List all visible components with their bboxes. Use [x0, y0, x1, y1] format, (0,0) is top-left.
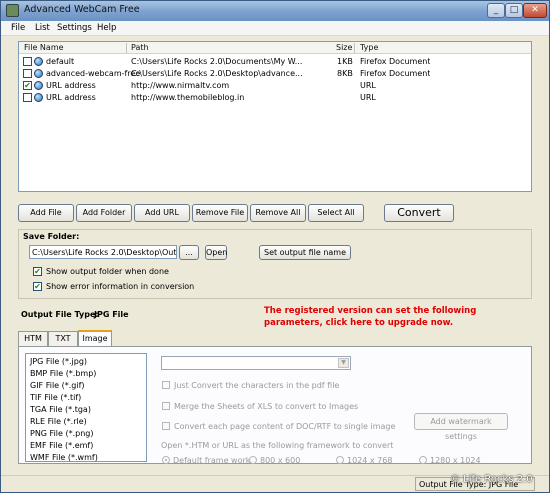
minimize-button[interactable]: _: [487, 3, 505, 18]
row-type: URL: [360, 93, 376, 102]
radio-1280x1024-label: 1280 x 1024: [430, 456, 481, 465]
firefox-icon: [34, 57, 43, 66]
firefox-icon: [34, 69, 43, 78]
row-type: URL: [360, 81, 376, 90]
merge-sheets-checkbox[interactable]: [162, 402, 170, 410]
radio-1280x1024[interactable]: [419, 456, 427, 464]
list-item[interactable]: JPG File (*.jpg): [30, 357, 87, 366]
convert-each-page-checkbox[interactable]: [162, 422, 170, 430]
menu-bar: File List Settings Help: [1, 21, 549, 36]
table-row[interactable]: advanced-webcam-free C:\Users\Life Rocks…: [19, 68, 531, 80]
maximize-button[interactable]: □: [505, 3, 523, 18]
output-file-type-value: JPG File: [94, 310, 129, 319]
row-size: 1KB: [337, 57, 353, 66]
column-size[interactable]: Size: [336, 43, 352, 52]
row-checkbox[interactable]: [23, 57, 32, 66]
radio-800x600-label: 800 x 600: [260, 456, 301, 465]
add-url-button[interactable]: Add URL: [134, 204, 190, 222]
row-size: 8KB: [337, 69, 353, 78]
app-window: Advanced WebCam Free _ □ ✕ File List Set…: [0, 0, 550, 493]
row-path: C:\Users\Life Rocks 2.0\Documents\My W..…: [131, 57, 303, 66]
just-convert-label: Just Convert the characters in the pdf f…: [174, 381, 340, 390]
app-icon: [6, 4, 19, 17]
radio-800x600[interactable]: [249, 456, 257, 464]
select-all-button[interactable]: Select All: [308, 204, 364, 222]
radio-default-frame-work-label: Default frame work: [173, 456, 251, 465]
list-item[interactable]: EMF File (*.emf): [30, 441, 93, 450]
show-output-folder-checkbox[interactable]: ✔: [33, 267, 42, 276]
globe-icon: [34, 81, 43, 90]
row-type: Firefox Document: [360, 69, 431, 78]
show-error-info-checkbox[interactable]: ✔: [33, 282, 42, 291]
list-item[interactable]: GIF File (*.gif): [30, 381, 85, 390]
radio-default-frame-work[interactable]: [162, 456, 170, 464]
upgrade-promo-link[interactable]: The registered version can set the follo…: [264, 305, 494, 329]
set-output-file-name-button[interactable]: Set output file name: [259, 245, 351, 260]
convert-button[interactable]: Convert: [384, 204, 454, 222]
just-convert-checkbox[interactable]: [162, 381, 170, 389]
save-folder-group: Save Folder: C:\Users\Life Rocks 2.0\Des…: [18, 229, 532, 299]
column-separator[interactable]: [354, 43, 355, 53]
row-file-name: default: [46, 57, 75, 66]
watermark-text: © Life Rocks 2.0: [450, 474, 533, 485]
row-file-name: advanced-webcam-free: [46, 69, 141, 78]
save-folder-label: Save Folder:: [23, 232, 80, 241]
tab-image[interactable]: Image: [78, 330, 112, 346]
menu-help[interactable]: Help: [97, 23, 116, 33]
row-checkbox-checked[interactable]: ✔: [23, 81, 32, 90]
file-list[interactable]: File Name Path Size Type default C:\User…: [18, 41, 532, 192]
list-item[interactable]: TGA File (*.tga): [30, 405, 91, 414]
row-file-name: URL address: [46, 93, 96, 102]
file-list-header: File Name Path Size Type: [19, 42, 531, 54]
image-option-dropdown[interactable]: ▼: [161, 356, 351, 370]
output-file-type-label: Output File Type:: [21, 310, 99, 319]
menu-file[interactable]: File: [11, 23, 25, 33]
close-button[interactable]: ✕: [523, 3, 547, 18]
row-checkbox[interactable]: [23, 69, 32, 78]
add-file-button[interactable]: Add File: [18, 204, 74, 222]
window-title: Advanced WebCam Free: [24, 4, 140, 15]
remove-file-button[interactable]: Remove File: [192, 204, 248, 222]
row-path: http://www.themobileblog.in: [131, 93, 245, 102]
table-row[interactable]: ✔ URL address http://www.nirmaltv.com UR…: [19, 80, 531, 92]
table-row[interactable]: default C:\Users\Life Rocks 2.0\Document…: [19, 56, 531, 68]
list-item[interactable]: BMP File (*.bmp): [30, 369, 96, 378]
framework-label: Open *.HTM or URL as the following frame…: [161, 441, 394, 450]
column-path[interactable]: Path: [131, 43, 149, 52]
open-folder-button[interactable]: Open: [205, 245, 227, 260]
table-row[interactable]: URL address http://www.themobileblog.in …: [19, 92, 531, 104]
list-item[interactable]: PNG File (*.png): [30, 429, 94, 438]
title-bar[interactable]: Advanced WebCam Free _ □ ✕: [1, 1, 549, 21]
image-tab-panel: JPG File (*.jpg) BMP File (*.bmp) GIF Fi…: [18, 346, 532, 465]
save-folder-input[interactable]: C:\Users\Life Rocks 2.0\Desktop\Output: [29, 245, 177, 259]
list-item[interactable]: TIF File (*.tif): [30, 393, 81, 402]
column-separator[interactable]: [126, 43, 127, 53]
image-format-list[interactable]: JPG File (*.jpg) BMP File (*.bmp) GIF Fi…: [25, 353, 147, 462]
column-file-name[interactable]: File Name: [24, 43, 64, 52]
row-path: http://www.nirmaltv.com: [131, 81, 230, 90]
add-folder-button[interactable]: Add Folder: [76, 204, 132, 222]
show-output-folder-label: Show output folder when done: [46, 267, 169, 276]
radio-1024x768[interactable]: [336, 456, 344, 464]
menu-settings[interactable]: Settings: [57, 23, 92, 33]
tab-htm[interactable]: HTM: [18, 331, 48, 346]
tab-txt[interactable]: TXT: [48, 331, 78, 346]
row-type: Firefox Document: [360, 57, 431, 66]
list-item[interactable]: RLE File (*.rle): [30, 417, 87, 426]
menu-list[interactable]: List: [35, 23, 50, 33]
add-watermark-settings-button[interactable]: Add watermark settings: [414, 413, 508, 441]
row-file-name: URL address: [46, 81, 96, 90]
column-type[interactable]: Type: [360, 43, 378, 52]
merge-sheets-label: Merge the Sheets of XLS to convert to Im…: [174, 402, 359, 411]
chevron-down-icon: ▼: [338, 358, 349, 368]
browse-button[interactable]: ...: [179, 245, 199, 260]
row-path: C:\Users\Life Rocks 2.0\Desktop\advance.…: [131, 69, 303, 78]
list-item[interactable]: WMF File (*.wmf): [30, 453, 98, 462]
row-checkbox[interactable]: [23, 93, 32, 102]
remove-all-button[interactable]: Remove All: [250, 204, 306, 222]
globe-icon: [34, 93, 43, 102]
show-error-info-label: Show error information in conversion: [46, 282, 195, 291]
radio-1024x768-label: 1024 x 768: [347, 456, 393, 465]
convert-each-page-label: Convert each page content of DOC/RTF to …: [174, 422, 396, 431]
